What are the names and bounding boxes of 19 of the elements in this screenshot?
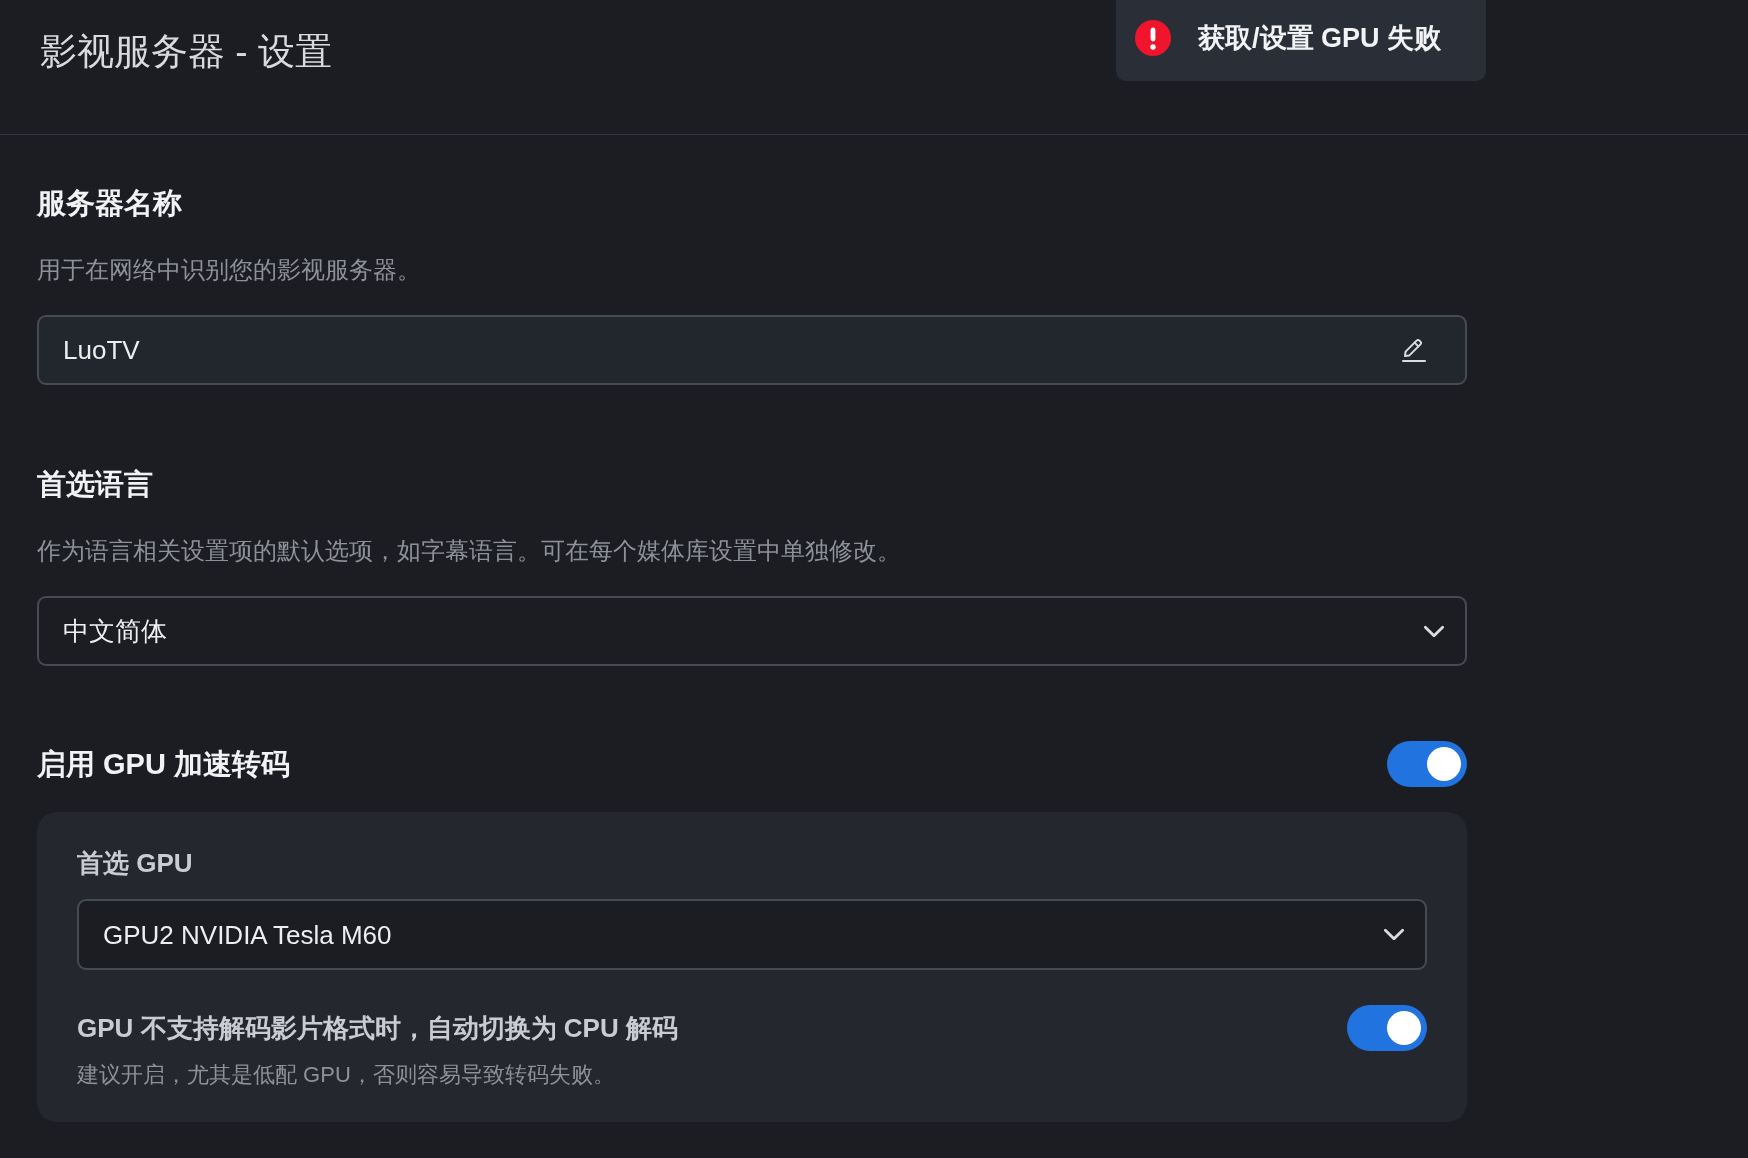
toggle-switch[interactable] — [1387, 741, 1467, 787]
gpu-select[interactable]: GPU2 NVIDIA Tesla M60 — [77, 899, 1427, 970]
section-description: 作为语言相关设置项的默认选项，如字幕语言。可在每个媒体库设置中单独修改。 — [37, 536, 902, 566]
pencil-icon[interactable] — [1401, 337, 1427, 363]
page-title: 影视服务器 - 设置 — [40, 30, 332, 74]
server-name-field[interactable]: LuoTV — [37, 315, 1467, 385]
toggle-switch[interactable] — [1347, 1004, 1427, 1051]
toast-message: 获取/设置 GPU 失败 — [1198, 21, 1441, 55]
section-heading: 启用 GPU 加速转码 — [37, 747, 290, 782]
language-select[interactable]: 中文简体 — [37, 596, 1467, 666]
section-description: 用于在网络中识别您的影视服务器。 — [37, 255, 422, 285]
alert-icon — [1135, 19, 1171, 56]
chevron-down-icon — [1423, 624, 1445, 638]
option-label: GPU 不支持解码影片格式时，自动切换为 CPU 解码 — [77, 1011, 678, 1045]
field-label: 首选 GPU — [77, 847, 194, 880]
section-heading: 首选语言 — [37, 467, 154, 502]
section-heading: 服务器名称 — [37, 186, 183, 221]
option-hint: 建议开启，尤其是低配 GPU，否则容易导致转码失败。 — [77, 1061, 616, 1089]
chevron-down-icon — [1383, 928, 1405, 941]
